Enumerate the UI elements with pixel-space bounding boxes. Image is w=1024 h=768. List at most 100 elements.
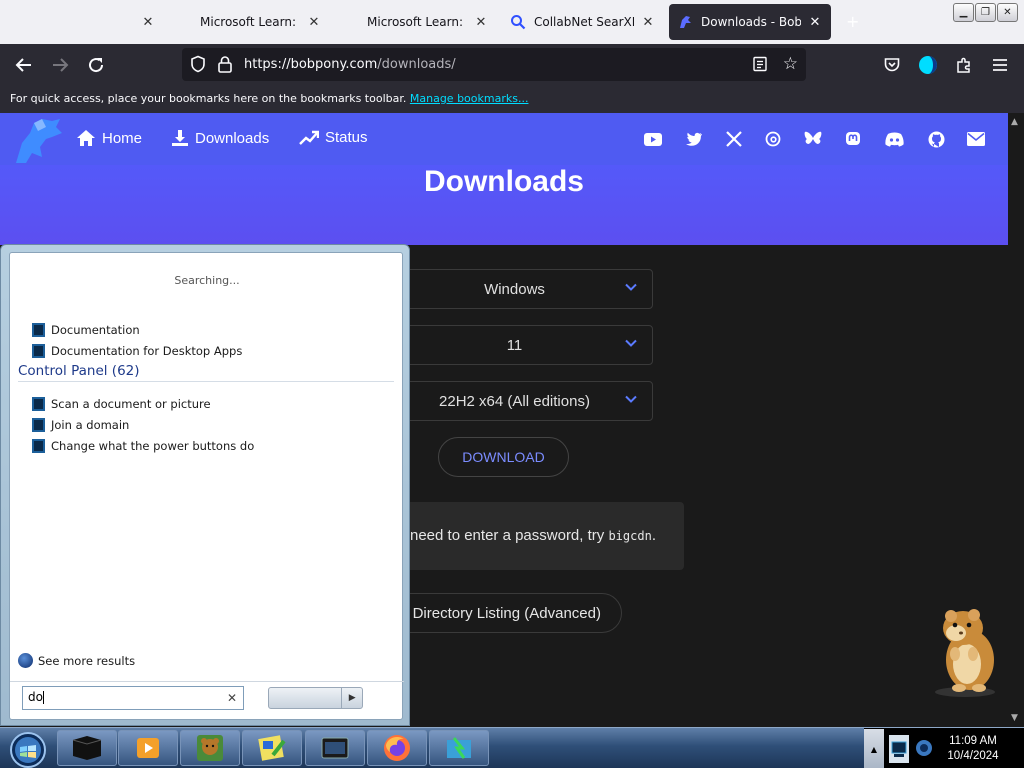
menu-icon[interactable] bbox=[988, 53, 1012, 77]
bookmarks-hint: For quick access, place your bookmarks h… bbox=[10, 92, 407, 105]
page-scrollbar[interactable]: ▲ ▼ bbox=[1008, 113, 1024, 727]
close-window-button[interactable]: ✕ bbox=[997, 3, 1018, 22]
forward-button[interactable] bbox=[48, 53, 72, 77]
chevron-down-icon bbox=[625, 283, 637, 291]
threads-icon[interactable] bbox=[763, 129, 783, 149]
result-label: Documentation for Desktop Apps bbox=[51, 344, 243, 358]
taskbar-media-player[interactable] bbox=[118, 730, 178, 766]
tab-title: Microsoft Learn: Bui bbox=[367, 15, 467, 29]
taskbar-cmd-app[interactable] bbox=[57, 730, 117, 766]
scroll-up-arrow[interactable]: ▲ bbox=[1011, 117, 1018, 127]
nav-status-label: Status bbox=[325, 129, 368, 146]
url-bar[interactable]: https://bobpony.com/downloads/ ☆ bbox=[182, 48, 806, 81]
nav-home[interactable]: Home bbox=[76, 129, 142, 147]
nav-status[interactable]: Status bbox=[299, 129, 368, 146]
reload-button[interactable] bbox=[84, 53, 108, 77]
tab-bar: ✕ Microsoft Learn: Bui ✕ Microsoft Learn… bbox=[0, 0, 1024, 44]
tab-microsoft-learn-1[interactable]: Microsoft Learn: Bui ✕ bbox=[168, 4, 330, 40]
network-icon[interactable] bbox=[888, 734, 910, 764]
version-select-value: 11 bbox=[506, 336, 523, 354]
shutdown-button[interactable]: ▶ bbox=[268, 687, 363, 709]
close-tab-icon[interactable]: ✕ bbox=[140, 14, 156, 30]
control-panel-icon bbox=[32, 439, 45, 453]
bluesky-icon[interactable] bbox=[803, 129, 823, 149]
restore-button[interactable]: ❐ bbox=[975, 3, 996, 22]
version-select[interactable]: 11 bbox=[376, 325, 653, 365]
bobpony-logo[interactable] bbox=[12, 117, 64, 168]
globe-icon bbox=[18, 653, 33, 668]
x-icon[interactable] bbox=[724, 129, 744, 149]
tab-title: Downloads - Bob Po bbox=[701, 15, 801, 29]
system-clock[interactable]: 11:09 AM 10/4/2024 bbox=[938, 734, 1008, 764]
show-hidden-icons-button[interactable]: ▲ bbox=[864, 729, 884, 768]
taskbar-paint-app[interactable] bbox=[242, 730, 302, 766]
start-search-input[interactable]: do ✕ bbox=[22, 686, 244, 710]
lock-icon[interactable] bbox=[217, 55, 233, 76]
github-icon[interactable] bbox=[926, 129, 946, 149]
start-button[interactable] bbox=[4, 729, 52, 768]
hamster-mascot-image bbox=[935, 609, 995, 697]
result-join-domain[interactable]: Join a domain bbox=[32, 418, 129, 432]
result-scan-document[interactable]: Scan a document or picture bbox=[32, 397, 211, 411]
close-tab-icon[interactable]: ✕ bbox=[473, 14, 489, 30]
taskbar-window-app[interactable] bbox=[305, 730, 365, 766]
youtube-icon[interactable] bbox=[643, 129, 663, 149]
window-controls: ▁ ❐ ✕ bbox=[953, 3, 1018, 22]
close-tab-icon[interactable]: ✕ bbox=[306, 14, 322, 30]
close-tab-icon[interactable]: ✕ bbox=[640, 14, 656, 30]
see-more-label: See more results bbox=[38, 653, 136, 668]
url-text[interactable]: https://bobpony.com/downloads/ bbox=[244, 57, 456, 72]
tab-searxng[interactable]: CollabNet SearXNG ✕ bbox=[502, 4, 664, 40]
chevron-down-icon bbox=[625, 395, 637, 403]
twitter-icon[interactable] bbox=[684, 129, 704, 149]
mastodon-icon[interactable] bbox=[843, 129, 863, 149]
os-select[interactable]: Windows bbox=[376, 269, 653, 309]
tab-partial[interactable]: ✕ bbox=[4, 4, 164, 40]
tab-title: Microsoft Learn: Bui bbox=[200, 15, 300, 29]
edition-select-value: 22H2 x64 (All editions) bbox=[439, 392, 590, 410]
minimize-button[interactable]: ▁ bbox=[953, 3, 974, 22]
hero-banner: Home Downloads Status Downloads bbox=[0, 113, 1008, 245]
reader-view-icon[interactable] bbox=[752, 56, 768, 75]
taskbar-firefox[interactable] bbox=[367, 730, 427, 766]
nav-downloads[interactable]: Downloads bbox=[171, 129, 269, 147]
terminal-icon bbox=[72, 736, 102, 760]
tab-downloads-active[interactable]: Downloads - Bob Po ✕ bbox=[669, 4, 831, 40]
search-input-value: do bbox=[28, 690, 43, 704]
manage-bookmarks-link[interactable]: Manage bookmarks... bbox=[410, 92, 529, 105]
bobpony-icon bbox=[677, 14, 693, 30]
taskbar-installer-app[interactable] bbox=[429, 730, 489, 766]
download-icon bbox=[172, 130, 188, 146]
clear-search-icon[interactable]: ✕ bbox=[227, 691, 237, 705]
result-documentation-desktop-apps[interactable]: Documentation for Desktop Apps bbox=[32, 344, 242, 358]
discord-icon[interactable] bbox=[884, 129, 904, 149]
download-button[interactable]: DOWNLOAD bbox=[438, 437, 569, 477]
search-icon bbox=[510, 14, 526, 30]
account-icon[interactable] bbox=[916, 53, 940, 77]
installer-icon bbox=[447, 737, 471, 759]
back-button[interactable] bbox=[12, 53, 36, 77]
shield-icon[interactable] bbox=[189, 55, 207, 76]
pocket-icon[interactable] bbox=[880, 53, 904, 77]
volume-icon[interactable] bbox=[915, 739, 933, 757]
directory-listing-button[interactable]: Directory Listing (Advanced) bbox=[380, 593, 622, 633]
shutdown-options-arrow-icon[interactable]: ▶ bbox=[342, 688, 362, 708]
edition-select[interactable]: 22H2 x64 (All editions) bbox=[376, 381, 653, 421]
os-select-value: Windows bbox=[484, 280, 545, 298]
result-documentation[interactable]: Documentation bbox=[32, 323, 140, 337]
shutdown-label[interactable] bbox=[269, 688, 343, 708]
scroll-down-arrow[interactable]: ▼ bbox=[1011, 713, 1018, 723]
see-more-results-link[interactable]: See more results bbox=[18, 653, 135, 668]
password-notice: need to enter a password, try bigcdn. bbox=[380, 502, 684, 570]
close-tab-icon[interactable]: ✕ bbox=[807, 14, 823, 30]
tab-microsoft-learn-2[interactable]: Microsoft Learn: Bui ✕ bbox=[335, 4, 497, 40]
new-tab-button[interactable]: + bbox=[846, 12, 859, 31]
result-power-buttons[interactable]: Change what the power buttons do bbox=[32, 439, 254, 453]
taskbar-game-app[interactable] bbox=[180, 730, 240, 766]
result-label: Join a domain bbox=[51, 418, 130, 432]
control-panel-header[interactable]: Control Panel (62) bbox=[18, 363, 394, 382]
mail-icon[interactable] bbox=[966, 129, 986, 149]
bear-game-icon bbox=[197, 735, 223, 761]
extensions-icon[interactable] bbox=[952, 53, 976, 77]
bookmark-star-icon[interactable]: ☆ bbox=[783, 54, 798, 74]
